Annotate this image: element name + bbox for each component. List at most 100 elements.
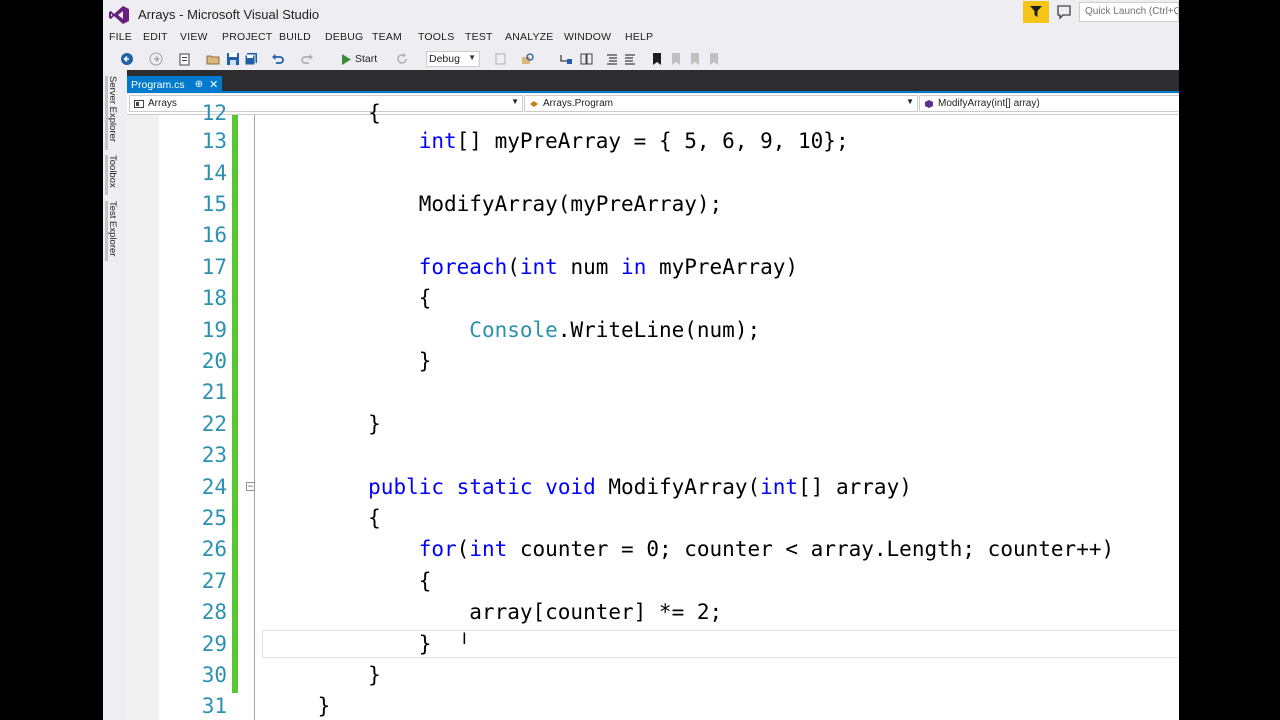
line-number: 20 [201, 349, 227, 373]
keyword-token: int [760, 475, 799, 499]
menu-file[interactable]: FILE [109, 31, 132, 43]
menu-project[interactable]: PROJECT [222, 31, 272, 43]
close-icon[interactable]: ✕ [209, 78, 218, 91]
code-editor[interactable]: − 12 { 13 int[] myPreArray = { 5, 6, 9, … [127, 101, 1179, 720]
feedback-icon[interactable] [1056, 4, 1072, 20]
menu-analyze[interactable]: ANALYZE [505, 31, 553, 43]
line-number: 18 [201, 286, 227, 310]
menu-edit[interactable]: EDIT [143, 31, 168, 43]
line-number: 26 [201, 537, 227, 561]
line-code[interactable]: for(int counter = 0; counter < array.Len… [267, 534, 1114, 565]
save-icon[interactable] [226, 52, 240, 66]
undo-icon[interactable] [271, 52, 285, 66]
menu-bar: FILE EDIT VIEW PROJECT BUILD DEBUG TEAM … [103, 30, 1179, 48]
line-code[interactable]: } [267, 409, 381, 440]
code-token: ModifyArray( [595, 475, 761, 499]
code-token: } [267, 412, 381, 436]
quick-launch-input[interactable]: Quick Launch (Ctrl+Q) [1079, 2, 1179, 22]
open-folder-icon[interactable] [206, 52, 220, 66]
code-line: 12 { [127, 98, 1179, 129]
line-code[interactable]: { [267, 98, 381, 129]
bookmark-icon[interactable] [650, 52, 664, 66]
code-token: myPreArray) [646, 255, 799, 279]
line-number: 19 [201, 318, 227, 342]
line-code[interactable]: { [267, 283, 432, 314]
clear-bookmarks-icon[interactable] [707, 52, 721, 66]
line-number: 12 [201, 101, 227, 125]
solution-configuration-dropdown[interactable]: Debug ▼ [426, 51, 480, 67]
menu-tools[interactable]: TOOLS [418, 31, 454, 43]
line-code[interactable]: { [267, 566, 432, 597]
keyword-token: for [418, 537, 457, 561]
next-bookmark-icon[interactable] [688, 52, 702, 66]
navigate-back-icon[interactable] [120, 52, 134, 66]
keyword-token: public [368, 475, 445, 499]
navigate-forward-icon[interactable] [149, 52, 163, 66]
line-code[interactable]: ModifyArray(myPreArray); [267, 189, 722, 220]
code-line: 22 } [127, 409, 1179, 440]
line-code[interactable]: } [267, 660, 381, 691]
side-tab-toolbox[interactable]: Toolbox [107, 155, 118, 188]
code-line: 23 [127, 440, 1179, 471]
code-token: { [267, 506, 381, 530]
step-over-icon[interactable] [579, 52, 593, 66]
menu-debug[interactable]: DEBUG [325, 31, 363, 43]
code-token: counter = 0; counter < array.Length; cou… [507, 537, 1115, 561]
line-number: 23 [201, 443, 227, 467]
keyword-token: int [418, 129, 457, 153]
menu-view[interactable]: VIEW [180, 31, 208, 43]
code-line: 28 array[counter] *= 2; [127, 597, 1179, 628]
line-number: 25 [201, 506, 227, 530]
line-code[interactable]: int[] myPreArray = { 5, 6, 9, 10}; [267, 126, 849, 157]
start-debugging-button[interactable]: Start [341, 51, 377, 67]
line-code[interactable]: { [267, 503, 381, 534]
step-into-icon[interactable] [559, 52, 573, 66]
keyword-token: void [545, 475, 596, 499]
save-all-icon[interactable] [244, 52, 258, 66]
menu-help[interactable]: HELP [625, 31, 653, 43]
side-tab-test-explorer[interactable]: Test Explorer [107, 201, 118, 256]
line-code[interactable]: array[counter] *= 2; [267, 597, 722, 628]
menu-build[interactable]: BUILD [279, 31, 311, 43]
side-tab-server-explorer[interactable]: Server Explorer [107, 76, 118, 142]
keyword-token: foreach [418, 255, 508, 279]
comment-lines-icon[interactable] [605, 52, 619, 66]
navigate-to-icon[interactable] [521, 52, 535, 66]
find-in-files-icon[interactable] [494, 52, 508, 66]
standard-toolbar: Start Debug ▼ [103, 48, 1179, 70]
notifications-filter-button[interactable] [1023, 1, 1049, 23]
visual-studio-window: Arrays - Microsoft Visual Studio Quick L… [103, 0, 1179, 720]
line-number: 27 [201, 569, 227, 593]
keyword-token: in [621, 255, 647, 279]
code-token: { [267, 569, 432, 593]
menu-team[interactable]: TEAM [372, 31, 402, 43]
code-token: } [267, 694, 331, 718]
code-token: ( [456, 537, 470, 561]
refresh-icon[interactable] [395, 52, 409, 66]
line-code[interactable]: public static void ModifyArray(int[] arr… [267, 472, 912, 503]
keyword-token: int [519, 255, 558, 279]
code-token: } [267, 632, 432, 656]
title-bar: Arrays - Microsoft Visual Studio Quick L… [103, 0, 1179, 30]
menu-window[interactable]: WINDOW [564, 31, 611, 43]
line-code[interactable]: } [267, 629, 432, 660]
new-project-icon[interactable] [178, 52, 192, 66]
line-code[interactable]: } [267, 691, 331, 720]
code-token: .WriteLine(num); [557, 318, 761, 342]
previous-bookmark-icon[interactable] [669, 52, 683, 66]
line-code[interactable]: Console.WriteLine(num); [267, 315, 760, 346]
line-code[interactable]: } [267, 346, 432, 377]
redo-icon[interactable] [300, 52, 314, 66]
pin-icon[interactable]: ⊕ [195, 79, 203, 90]
code-line: 30 } [127, 660, 1179, 691]
code-line: 21 [127, 377, 1179, 408]
line-code[interactable]: foreach(int num in myPreArray) [267, 252, 798, 283]
line-number: 15 [201, 192, 227, 216]
menu-test[interactable]: TEST [465, 31, 493, 43]
code-line: 26 for(int counter = 0; counter < array.… [127, 534, 1179, 565]
uncomment-lines-icon[interactable] [623, 52, 637, 66]
code-token: [] array) [798, 475, 912, 499]
